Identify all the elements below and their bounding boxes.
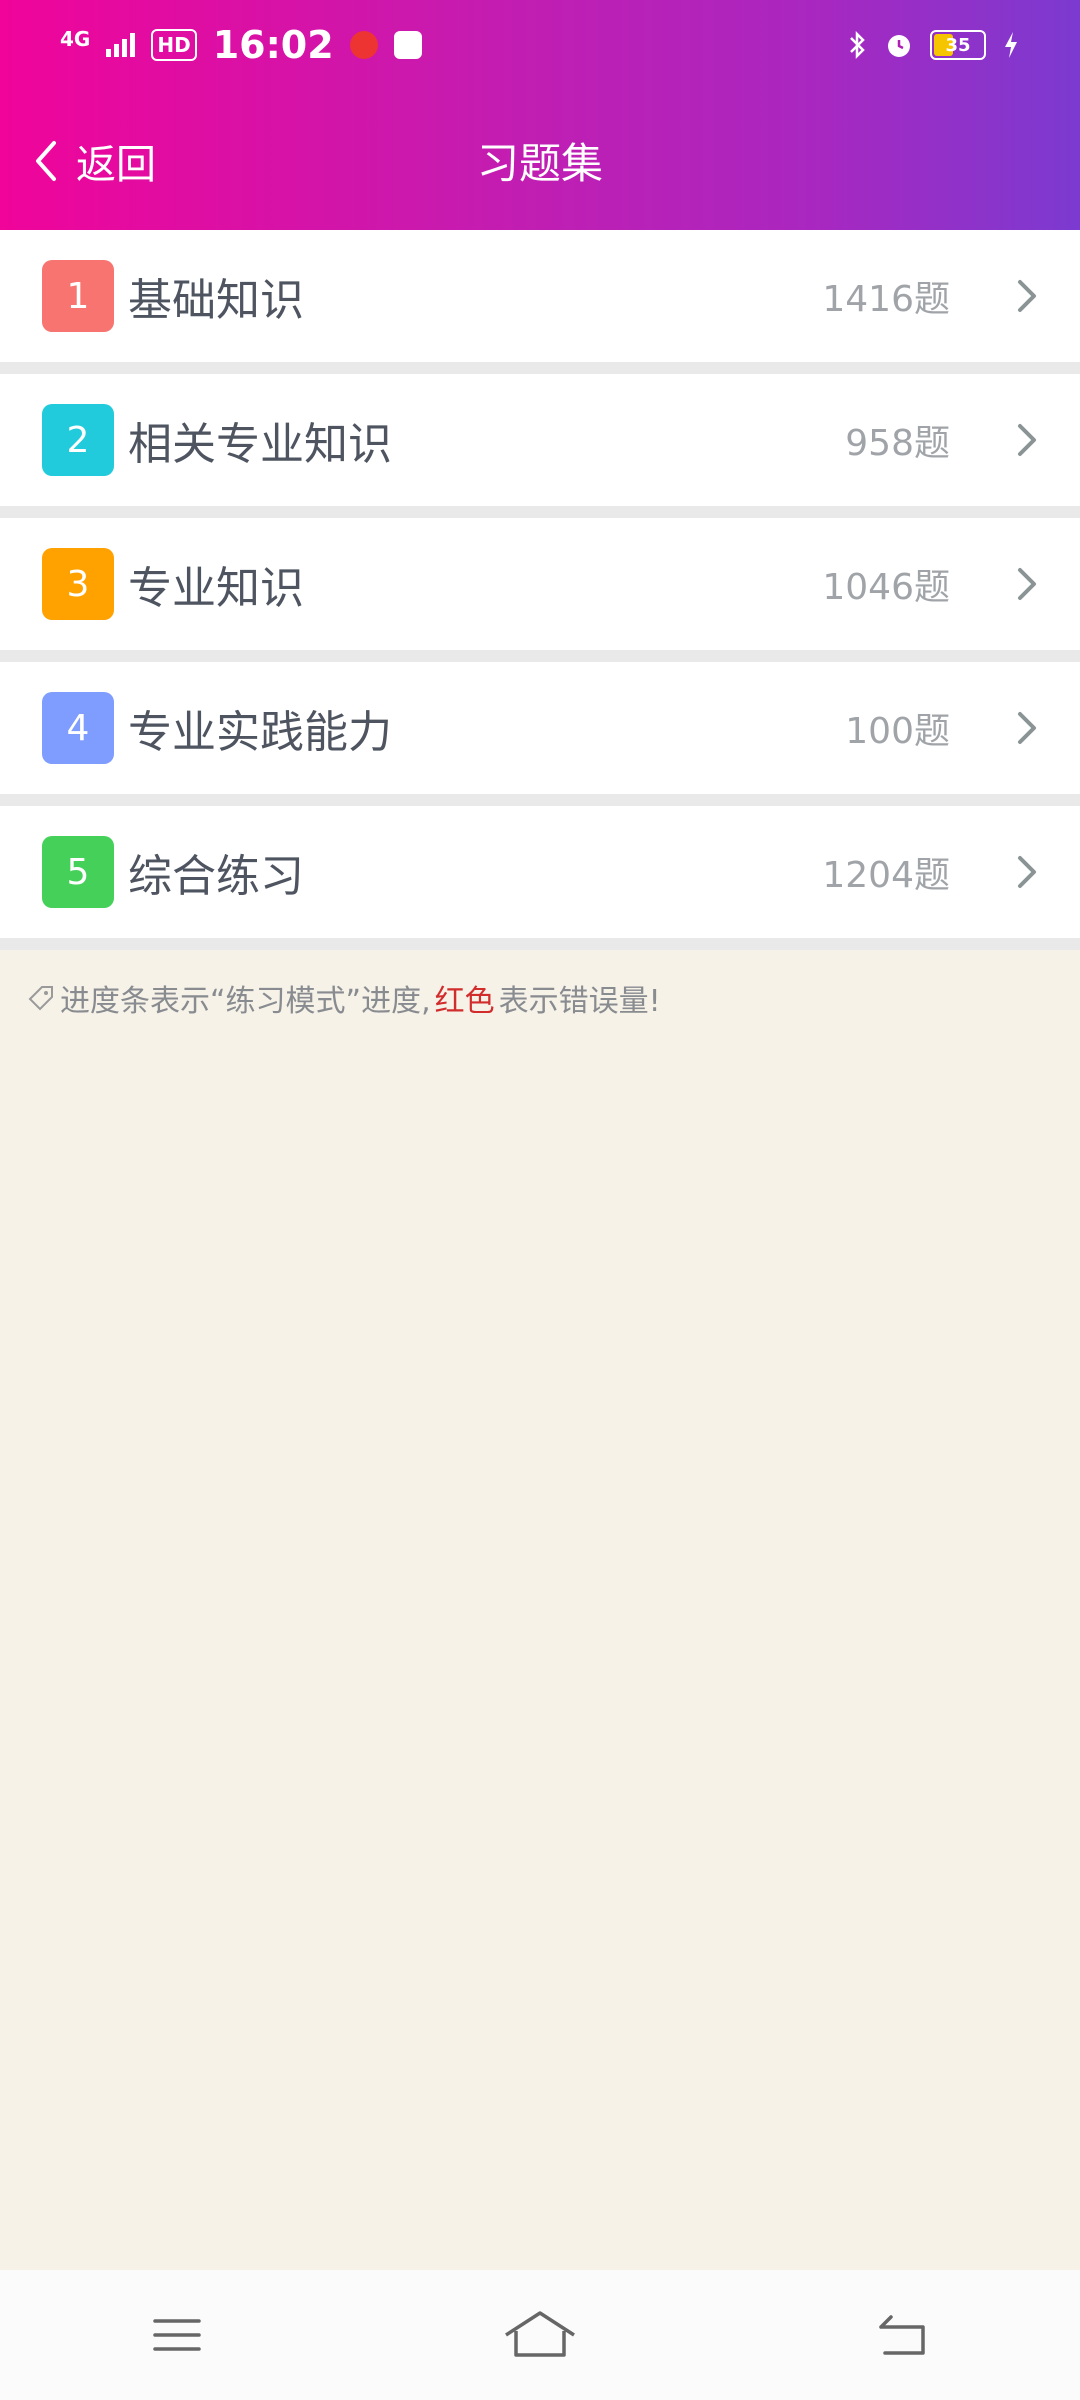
page-title: 习题集 <box>476 138 603 188</box>
list-item[interactable]: 3 专业知识 1046题 <box>0 518 1080 662</box>
system-nav-bar <box>0 2270 1080 2400</box>
list-item[interactable]: 1 基础知识 1416题 <box>0 230 1080 374</box>
item-label: 相关专业知识 <box>128 419 392 470</box>
charging-icon <box>1005 32 1017 58</box>
back-label: 返回 <box>76 142 156 188</box>
menu-icon[interactable] <box>147 2305 207 2365</box>
hint-red: 红色 <box>434 984 495 1019</box>
item-label: 专业实践能力 <box>128 707 392 758</box>
app-notification-icon <box>349 31 378 59</box>
index-badge: 2 <box>42 404 114 476</box>
chevron-right-icon <box>1018 424 1036 456</box>
tag-icon <box>28 986 53 1011</box>
item-count: 1204题 <box>822 855 950 896</box>
hint-suffix: 表示错误量! <box>498 984 661 1019</box>
status-time: 16:02 <box>212 23 334 67</box>
list-item[interactable]: 5 综合练习 1204题 <box>0 806 1080 950</box>
index-badge: 5 <box>42 836 114 908</box>
hint-prefix: 进度条表示“练习模式”进度, <box>60 984 431 1019</box>
chevron-right-icon <box>1018 712 1036 744</box>
chevron-right-icon <box>1018 568 1036 600</box>
signal-icon <box>106 33 136 57</box>
network-type: 4G <box>60 27 91 51</box>
item-label: 综合练习 <box>128 851 304 902</box>
status-bar: 4G HD 16:02 35 <box>0 0 1080 90</box>
index-badge: 3 <box>42 548 114 620</box>
chevron-right-icon <box>1018 856 1036 888</box>
item-label: 专业知识 <box>128 563 304 614</box>
progress-hint: 进度条表示“练习模式”进度, 红色 表示错误量! <box>26 976 661 1020</box>
category-list: 1 基础知识 1416题 2 相关专业知识 958题 3 专业知识 1046题 … <box>0 230 1080 950</box>
chevron-right-icon <box>1018 280 1036 312</box>
nav-bar: 返回 习题集 <box>0 100 1080 220</box>
item-count: 958题 <box>845 423 950 464</box>
return-icon[interactable] <box>873 2305 933 2365</box>
chevron-left-icon <box>36 141 56 181</box>
item-count: 100题 <box>845 711 950 752</box>
list-item[interactable]: 4 专业实践能力 100题 <box>0 662 1080 806</box>
bluetooth-icon <box>850 30 865 60</box>
home-icon[interactable] <box>500 2305 580 2365</box>
item-label: 基础知识 <box>128 275 304 326</box>
battery-icon: 35 <box>930 30 986 60</box>
message-icon <box>393 31 422 59</box>
alarm-icon <box>888 35 910 57</box>
hd-icon: HD <box>151 29 197 61</box>
item-count: 1046题 <box>822 567 950 608</box>
back-button[interactable]: 返回 <box>32 132 156 190</box>
item-count: 1416题 <box>822 279 950 320</box>
index-badge: 1 <box>42 260 114 332</box>
list-item[interactable]: 2 相关专业知识 958题 <box>0 374 1080 518</box>
battery-level: 35 <box>945 34 971 56</box>
header: 4G HD 16:02 35 返回 习题集 <box>0 0 1080 230</box>
index-badge: 4 <box>42 692 114 764</box>
